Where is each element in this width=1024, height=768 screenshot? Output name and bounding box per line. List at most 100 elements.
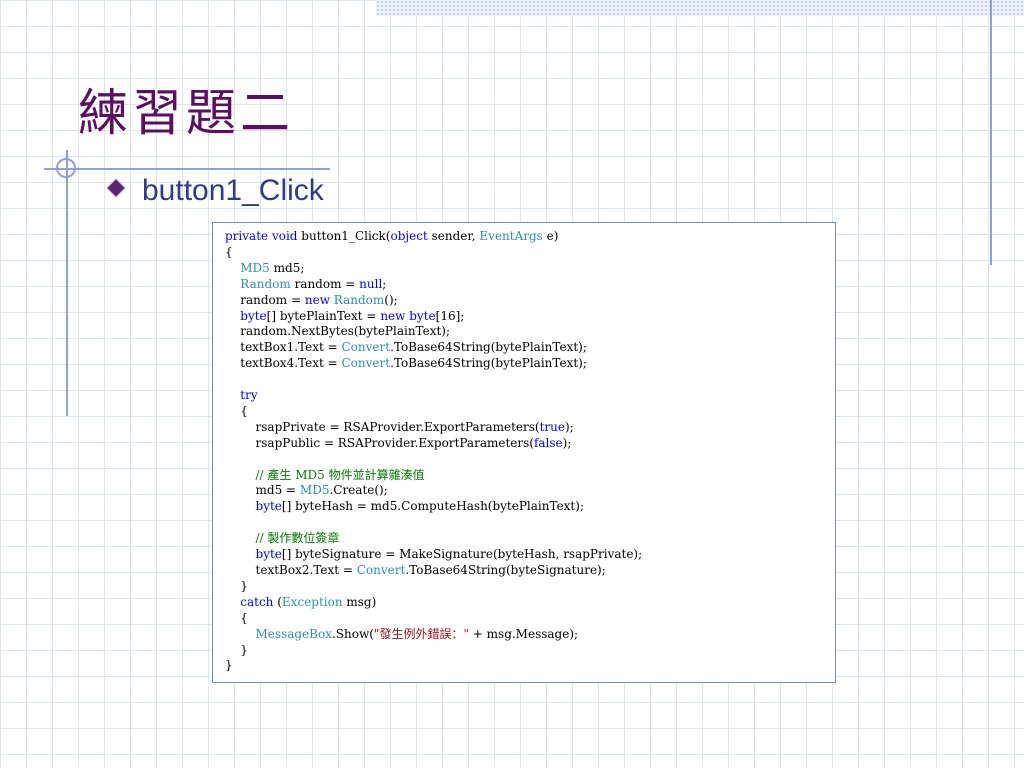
code-line: rsapPrivate = RSAProvider.ExportParamete… <box>225 420 642 436</box>
code-token: e) <box>542 229 559 243</box>
code-token: .ToBase64String(byteSignature); <box>405 562 606 577</box>
code-token: .ToBase64String(bytePlainText); <box>390 340 587 355</box>
code-token: // 產生 MD5 物件並計算雜湊值 <box>255 467 425 482</box>
code-line: catch (Exception msg) <box>225 595 642 611</box>
code-token: textBox1.Text = <box>225 340 342 355</box>
code-token: Convert <box>356 562 406 577</box>
code-line: Random random = null; <box>225 277 642 293</box>
code-token: [] byteHash = md5.ComputeHash(bytePlainT… <box>281 499 584 514</box>
code-token: ); <box>564 419 574 434</box>
code-token: [] bytePlainText = <box>266 308 381 323</box>
code-line: // 產生 MD5 物件並計算雜湊值 <box>225 468 642 484</box>
code-token: MessageBox <box>255 626 332 641</box>
code-token: try <box>240 388 258 403</box>
code-token: } <box>225 578 248 593</box>
code-token: } <box>225 642 248 657</box>
code-token: textBox2.Text = <box>225 562 357 577</box>
code-token: new <box>304 292 330 307</box>
code-token: md5 = <box>225 483 300 498</box>
code-token: md5; <box>269 260 305 275</box>
code-token: } <box>225 658 233 673</box>
code-block: private void button1_Click(object sender… <box>225 229 642 674</box>
code-token: rsapPrivate = RSAProvider.ExportParamete… <box>225 419 540 434</box>
code-token: ); <box>562 435 572 450</box>
code-line: MessageBox.Show("發生例外錯誤：" + msg.Message)… <box>225 627 642 643</box>
code-token: rsapPublic = RSAProvider.ExportParameter… <box>225 435 534 450</box>
code-line: textBox1.Text = Convert.ToBase64String(b… <box>225 340 642 356</box>
code-line: { <box>225 611 642 627</box>
bullet-text: button1_Click <box>142 174 324 207</box>
code-token: [] byteSignature = MakeSignature(byteHas… <box>281 547 643 562</box>
code-token: + msg.Message); <box>468 626 579 641</box>
code-token: "發生例外錯誤：" <box>373 626 469 641</box>
code-line: textBox2.Text = Convert.ToBase64String(b… <box>225 563 642 579</box>
code-token: byte <box>255 547 282 562</box>
code-token: ( <box>273 594 282 609</box>
code-token: { <box>225 244 233 259</box>
code-line: } <box>225 658 642 674</box>
code-line: md5 = MD5.Create(); <box>225 483 642 499</box>
code-token: catch <box>240 594 274 609</box>
code-token: byte <box>255 499 282 514</box>
code-token: .Create(); <box>329 483 388 498</box>
code-token: textBox4.Text = <box>225 356 342 371</box>
code-line: try <box>225 388 642 404</box>
code-token: MD5 <box>240 260 270 275</box>
code-token: .ToBase64String(bytePlainText); <box>390 356 587 371</box>
code-token: random = <box>225 292 305 307</box>
code-token: EventArgs <box>479 229 543 243</box>
code-token: byte <box>409 308 436 323</box>
code-token: [16]; <box>435 308 465 323</box>
code-line: byte[] byteSignature = MakeSignature(byt… <box>225 547 643 563</box>
code-line: textBox4.Text = Convert.ToBase64String(b… <box>225 356 642 372</box>
code-line: // 製作數位簽章 <box>225 531 642 547</box>
code-box: private void button1_Click(object sender… <box>212 222 836 683</box>
code-line: byte[] byteHash = md5.ComputeHash(bytePl… <box>225 499 642 515</box>
code-token: object <box>390 229 428 243</box>
code-token: sender, <box>427 229 480 243</box>
code-token: MD5 <box>299 483 330 498</box>
code-token: null <box>359 276 383 291</box>
top-decorative-band <box>376 0 1024 16</box>
code-line: { <box>225 245 642 261</box>
code-token: (); <box>384 292 398 307</box>
code-token: { <box>225 610 248 625</box>
code-token: void <box>271 229 298 243</box>
code-line: private void button1_Click(object sender… <box>225 229 642 245</box>
code-token: Exception <box>281 594 343 609</box>
code-token: button1_Click( <box>297 229 391 243</box>
code-token: Random <box>333 292 385 307</box>
code-line: random.NextBytes(bytePlainText); <box>225 324 642 340</box>
right-decorative-line <box>990 0 992 265</box>
code-token: random = <box>290 276 360 291</box>
diamond-bullet-icon <box>107 179 125 197</box>
code-token: new <box>380 308 406 323</box>
code-token: private <box>225 229 269 243</box>
code-line: } <box>225 579 642 595</box>
circle-ornament <box>56 158 76 178</box>
code-token: { <box>225 403 248 418</box>
code-token: byte <box>240 308 267 323</box>
code-token: Convert <box>341 340 391 355</box>
code-line: rsapPublic = RSAProvider.ExportParameter… <box>225 436 642 452</box>
code-line: random = new Random(); <box>225 293 642 309</box>
code-line: { <box>225 404 642 420</box>
left-decorative-line <box>66 150 68 416</box>
code-token: // 製作數位簽章 <box>255 531 340 546</box>
code-token: random.NextBytes(bytePlainText); <box>225 324 451 339</box>
slide-title: 練習題二 <box>78 84 294 142</box>
code-line: } <box>225 643 642 659</box>
code-token: false <box>533 435 563 450</box>
